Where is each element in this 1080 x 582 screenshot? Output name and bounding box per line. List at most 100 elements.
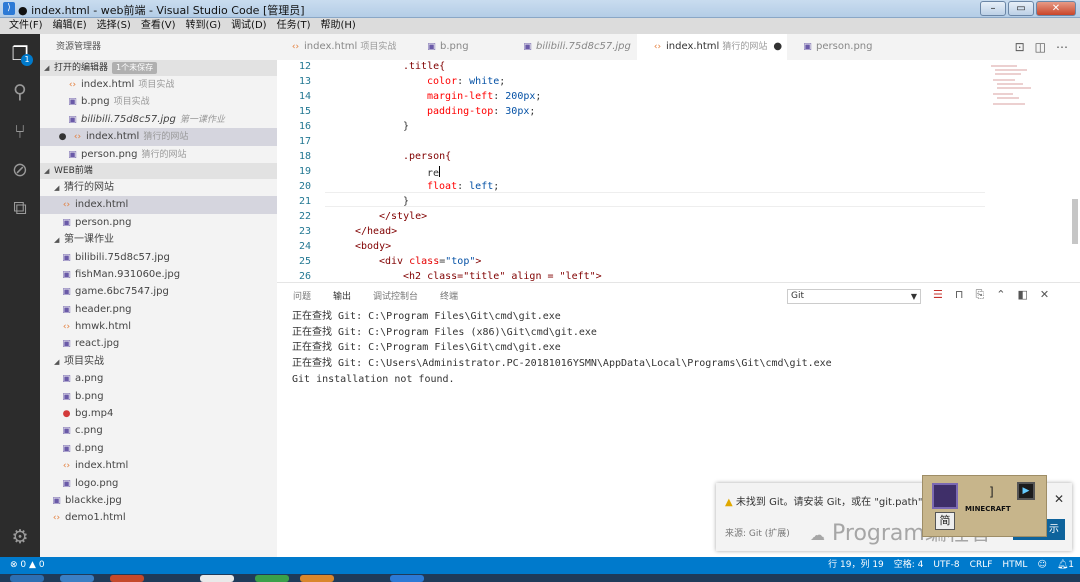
taskbar-item[interactable] [390, 575, 424, 582]
folder-item[interactable]: ◢ 猜行的网站 [40, 179, 277, 196]
open-log-icon[interactable]: ⎘ [975, 288, 984, 302]
menu-go[interactable]: 转到(G) [181, 18, 227, 34]
open-editor-item[interactable]: ▣ b.png 项目实战 [40, 93, 277, 110]
close-notification-icon[interactable]: ✕ [1054, 492, 1064, 506]
open-editor-item[interactable]: ▣ bilibili.75d8c57.jpg 第一课作业 [40, 111, 277, 128]
output-log[interactable]: 正在查找 Git: C:\Program Files\Git\cmd\git.e… [292, 309, 832, 388]
open-editor-name: index.html [81, 79, 135, 90]
file-item[interactable]: ● bg.mp4 [40, 405, 277, 422]
css-property: color [427, 76, 458, 87]
unsaved-dot-icon[interactable]: ● [773, 41, 782, 52]
file-item[interactable]: ▣ logo.png [40, 475, 277, 492]
line-ending[interactable]: CRLF [970, 557, 993, 574]
file-item[interactable]: ▣ c.png [40, 422, 277, 439]
file-item[interactable]: ▣ d.png [40, 440, 277, 457]
file-item[interactable]: ‹› index.html [40, 457, 277, 474]
menu-help[interactable]: 帮助(H) [316, 18, 361, 34]
lock-scroll-icon[interactable]: ⊓ [955, 288, 964, 302]
menu-view[interactable]: 查看(V) [136, 18, 181, 34]
minecraft-sticker: ] ▶ MINECRAFT 简 [922, 475, 1047, 537]
minimap[interactable] [987, 60, 1067, 282]
menu-debug[interactable]: 调试(D) [226, 18, 272, 34]
source-control-icon[interactable]: ⑂ [0, 114, 40, 150]
workspace-header[interactable]: ◢ WEB前端 [40, 162, 277, 179]
monitor-icon: ▶ [1017, 482, 1035, 500]
html-file-icon: ‹› [73, 132, 82, 143]
open-editor-item[interactable]: ‹› index.html 项目实战 [40, 76, 277, 93]
status-problems[interactable]: ⊗ 0 ▲ 0 [10, 557, 45, 574]
files-icon[interactable]: ❐ 1 [0, 36, 40, 72]
css-property: float [427, 181, 458, 192]
cursor-position[interactable]: 行 19，列 19 [828, 557, 884, 574]
maximize-panel-icon[interactable]: ⌃ [996, 288, 1005, 302]
line-number: 13 [298, 76, 311, 87]
open-editor-desc: 第一课作业 [179, 114, 225, 125]
tab-person-png[interactable]: ▣ person.png [787, 34, 887, 60]
menu-selection[interactable]: 选择(S) [92, 18, 136, 34]
taskbar-item[interactable] [200, 575, 234, 582]
close-panel-icon[interactable]: ✕ [1040, 288, 1049, 302]
file-item-selected[interactable]: ‹› index.html [40, 196, 277, 214]
more-actions-icon[interactable]: ⋯ [1056, 40, 1068, 54]
tab-index-html-active[interactable]: ‹› index.html 猜行的网站 ● [637, 34, 787, 60]
file-item[interactable]: ‹› demo1.html [40, 509, 277, 526]
file-item[interactable]: ▣ header.png [40, 301, 277, 318]
clear-output-icon[interactable]: ☰ [933, 288, 943, 302]
taskbar-item[interactable] [60, 575, 94, 582]
folder-item[interactable]: ◢ 第一课作业 [40, 231, 277, 248]
file-item[interactable]: ▣ bilibili.75d8c57.jpg [40, 249, 277, 266]
extensions-icon[interactable]: ⧉ [0, 190, 40, 226]
close-button[interactable]: ✕ [1036, 1, 1076, 16]
feedback-smiley-icon[interactable]: ☺ [1037, 557, 1046, 574]
tab-problems[interactable]: 问题 [293, 289, 311, 302]
folder-name: 第一课作业 [64, 234, 114, 246]
image-file-icon: ▣ [68, 114, 77, 125]
tab-debug-console[interactable]: 调试控制台 [373, 289, 418, 302]
tab-index-html-project[interactable]: ‹› index.html 项目实战 [277, 34, 409, 60]
menu-edit[interactable]: 编辑(E) [48, 18, 92, 34]
file-item[interactable]: ▣ person.png [40, 214, 277, 231]
gear-icon[interactable]: ⚙ [0, 519, 40, 555]
indentation[interactable]: 空格: 4 [894, 557, 924, 574]
split-editor-icon[interactable]: ◫ [1035, 40, 1046, 54]
open-editors-header[interactable]: ◢ 打开的编辑器 1个未保存 [40, 60, 277, 76]
file-item[interactable]: ▣ fishMan.931060e.jpg [40, 266, 277, 283]
code-line: <h2 class="title" align = "left"> [403, 271, 602, 282]
language-mode[interactable]: HTML [1002, 557, 1027, 574]
file-item[interactable]: ▣ b.png [40, 388, 277, 405]
tab-b-png[interactable]: ▣ b.png [409, 34, 507, 60]
tab-terminal[interactable]: 终端 [440, 289, 458, 302]
tab-output[interactable]: 输出 [333, 289, 351, 302]
open-changes-icon[interactable]: ⊡ [1015, 40, 1025, 54]
code-editor[interactable]: 12 13 14 15 16 17 18 19 20 21 22 23 24 2… [277, 60, 987, 282]
output-channel-select[interactable]: Git ▼ [787, 289, 921, 304]
taskbar-item[interactable] [10, 575, 44, 582]
toggle-panel-icon[interactable]: ◧ [1018, 288, 1028, 302]
window-title-bar: ⟩ ● index.html - web前端 - Visual Studio C… [0, 0, 1080, 18]
taskbar-item[interactable] [300, 575, 334, 582]
debug-icon[interactable]: ⊘ [0, 152, 40, 188]
file-item[interactable]: ‹› hmwk.html [40, 318, 277, 335]
menu-file[interactable]: 文件(F) [4, 18, 48, 34]
search-icon[interactable]: ⚲ [0, 74, 40, 110]
tab-bilibili-jpg[interactable]: ▣ bilibili.75d8c57.jpg [507, 34, 637, 60]
editor-scrollbar[interactable] [1072, 199, 1078, 244]
open-editor-item[interactable]: ▣ person.png 猜行的网站 [40, 146, 277, 163]
activity-bar: ❐ 1 ⚲ ⑂ ⊘ ⧉ ⚙ [0, 34, 40, 557]
file-item[interactable]: ▣ blackke.jpg [40, 492, 277, 509]
taskbar-item[interactable] [255, 575, 289, 582]
notifications-bell[interactable]: 🔔︎1 [1057, 557, 1074, 574]
encoding[interactable]: UTF-8 [933, 557, 959, 574]
dirty-dot-icon[interactable]: ● [56, 129, 69, 146]
file-item[interactable]: ▣ game.6bc7547.jpg [40, 283, 277, 300]
taskbar-item[interactable] [110, 575, 144, 582]
code-line: </style> [379, 211, 428, 222]
maximize-button[interactable]: ▭ [1008, 1, 1034, 16]
menu-tasks[interactable]: 任务(T) [272, 18, 316, 34]
file-item[interactable]: ▣ a.png [40, 370, 277, 387]
open-editor-item-active[interactable]: ● ‹› index.html 猜行的网站 [40, 128, 277, 146]
minimize-button[interactable]: – [980, 1, 1006, 16]
css-value: left [469, 181, 494, 192]
folder-item[interactable]: ◢ 项目实战 [40, 353, 277, 370]
file-item[interactable]: ▣ react.jpg [40, 335, 277, 352]
